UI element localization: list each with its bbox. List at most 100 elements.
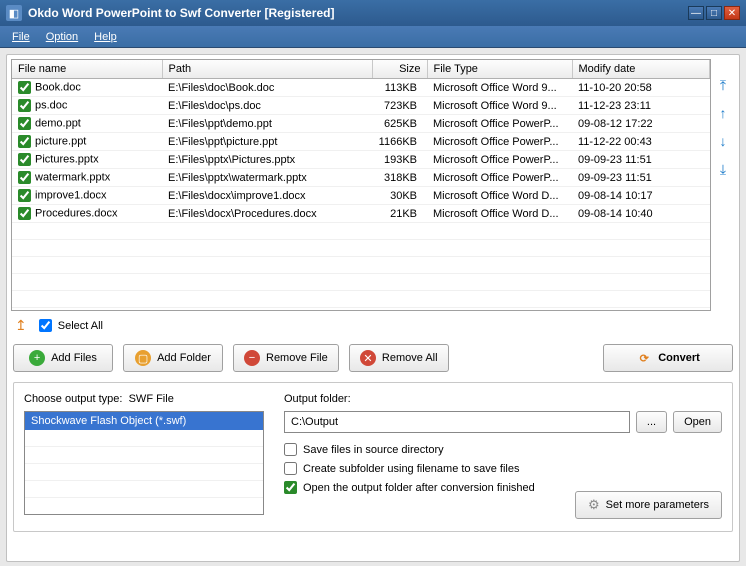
cell-path: E:\Files\docx\improve1.docx: [162, 187, 372, 205]
x-icon: ✕: [360, 350, 376, 366]
plus-icon: +: [29, 350, 45, 366]
select-all-checkbox[interactable]: [39, 319, 52, 332]
browse-button[interactable]: ...: [636, 411, 667, 433]
open-folder-button[interactable]: Open: [673, 411, 722, 433]
cell-name: picture.ppt: [12, 133, 162, 151]
minimize-button[interactable]: —: [688, 6, 704, 20]
cell-name: improve1.docx: [12, 187, 162, 205]
create-subfolder-label: Create subfolder using filename to save …: [303, 463, 519, 475]
move-top-icon[interactable]: ⤒: [715, 77, 731, 93]
add-files-label: Add Files: [51, 352, 97, 364]
remove-file-button[interactable]: − Remove File: [233, 344, 339, 372]
menu-help[interactable]: Help: [86, 29, 125, 45]
reorder-controls: ⤒ ↑ ↓ ⤓: [711, 59, 735, 311]
format-listbox[interactable]: Shockwave Flash Object (*.swf): [24, 411, 264, 515]
table-row[interactable]: Book.docE:\Files\doc\Book.doc113KBMicros…: [12, 79, 710, 97]
cell-type: Microsoft Office Word D...: [427, 187, 572, 205]
table-row[interactable]: watermark.pptxE:\Files\pptx\watermark.pp…: [12, 169, 710, 187]
cell-name: Procedures.docx: [12, 205, 162, 223]
cell-type: Microsoft Office Word 9...: [427, 97, 572, 115]
move-up-icon[interactable]: ↑: [715, 105, 731, 121]
cell-size: 21KB: [372, 205, 427, 223]
output-folder-input[interactable]: [284, 411, 630, 433]
cell-path: E:\Files\pptx\watermark.pptx: [162, 169, 372, 187]
app-icon: ◧: [6, 5, 22, 21]
create-subfolder-option[interactable]: Create subfolder using filename to save …: [284, 462, 722, 475]
gear-icon: ⚙: [588, 497, 600, 513]
cell-date: 11-12-22 00:43: [572, 133, 710, 151]
menu-bar: File Option Help: [0, 26, 746, 48]
cell-date: 09-08-14 10:17: [572, 187, 710, 205]
cell-date: 09-09-23 11:51: [572, 169, 710, 187]
create-subfolder-checkbox[interactable]: [284, 462, 297, 475]
cell-name: Pictures.pptx: [12, 151, 162, 169]
output-folder-label: Output folder:: [284, 393, 722, 405]
open-after-checkbox[interactable]: [284, 481, 297, 494]
save-source-option[interactable]: Save files in source directory: [284, 443, 722, 456]
cell-size: 625KB: [372, 115, 427, 133]
col-date[interactable]: Modify date: [572, 60, 710, 79]
title-bar: ◧ Okdo Word PowerPoint to Swf Converter …: [0, 0, 746, 26]
table-row[interactable]: improve1.docxE:\Files\docx\improve1.docx…: [12, 187, 710, 205]
more-parameters-button[interactable]: ⚙ Set more parameters: [575, 491, 722, 519]
select-all-row: ↥ Select All: [11, 311, 735, 344]
cell-name: Book.doc: [12, 79, 162, 97]
column-headers: File name Path Size File Type Modify dat…: [12, 60, 710, 79]
cell-date: 09-08-14 10:40: [572, 205, 710, 223]
content-area: File name Path Size File Type Modify dat…: [6, 54, 740, 562]
row-checkbox[interactable]: [18, 135, 31, 148]
cell-path: E:\Files\ppt\demo.ppt: [162, 115, 372, 133]
move-bottom-icon[interactable]: ⤓: [715, 161, 731, 177]
cell-date: 09-09-23 11:51: [572, 151, 710, 169]
move-down-icon[interactable]: ↓: [715, 133, 731, 149]
col-size[interactable]: Size: [372, 60, 427, 79]
cell-type: Microsoft Office PowerP...: [427, 169, 572, 187]
output-type-section: Choose output type: SWF File Shockwave F…: [24, 393, 264, 521]
save-source-checkbox[interactable]: [284, 443, 297, 456]
col-type[interactable]: File Type: [427, 60, 572, 79]
menu-option[interactable]: Option: [38, 29, 86, 45]
table-row[interactable]: Procedures.docxE:\Files\docx\Procedures.…: [12, 205, 710, 223]
convert-icon: ⟳: [636, 350, 652, 366]
cell-name: watermark.pptx: [12, 169, 162, 187]
cell-name: ps.doc: [12, 97, 162, 115]
add-folder-label: Add Folder: [157, 352, 211, 364]
table-row[interactable]: demo.pptE:\Files\ppt\demo.ppt625KBMicros…: [12, 115, 710, 133]
folder-icon: ▢: [135, 350, 151, 366]
remove-all-label: Remove All: [382, 352, 438, 364]
cell-size: 30KB: [372, 187, 427, 205]
menu-file[interactable]: File: [4, 29, 38, 45]
cell-size: 113KB: [372, 79, 427, 97]
row-checkbox[interactable]: [18, 99, 31, 112]
row-checkbox[interactable]: [18, 81, 31, 94]
cell-type: Microsoft Office PowerP...: [427, 133, 572, 151]
row-checkbox[interactable]: [18, 207, 31, 220]
cell-type: Microsoft Office PowerP...: [427, 115, 572, 133]
up-folder-icon[interactable]: ↥: [15, 317, 27, 334]
row-checkbox[interactable]: [18, 189, 31, 202]
cell-path: E:\Files\pptx\Pictures.pptx: [162, 151, 372, 169]
col-path[interactable]: Path: [162, 60, 372, 79]
cell-date: 11-12-23 23:11: [572, 97, 710, 115]
close-button[interactable]: ✕: [724, 6, 740, 20]
col-name[interactable]: File name: [12, 60, 162, 79]
maximize-button[interactable]: □: [706, 6, 722, 20]
cell-path: E:\Files\doc\ps.doc: [162, 97, 372, 115]
row-checkbox[interactable]: [18, 171, 31, 184]
convert-button[interactable]: ⟳ Convert: [603, 344, 733, 372]
remove-all-button[interactable]: ✕ Remove All: [349, 344, 449, 372]
output-folder-section: Output folder: ... Open Save files in so…: [284, 393, 722, 521]
cell-path: E:\Files\doc\Book.doc: [162, 79, 372, 97]
table-row[interactable]: ps.docE:\Files\doc\ps.doc723KBMicrosoft …: [12, 97, 710, 115]
row-checkbox[interactable]: [18, 153, 31, 166]
row-checkbox[interactable]: [18, 117, 31, 130]
cell-name: demo.ppt: [12, 115, 162, 133]
add-folder-button[interactable]: ▢ Add Folder: [123, 344, 223, 372]
cell-date: 11-10-20 20:58: [572, 79, 710, 97]
file-list[interactable]: File name Path Size File Type Modify dat…: [11, 59, 711, 311]
table-row[interactable]: Pictures.pptxE:\Files\pptx\Pictures.pptx…: [12, 151, 710, 169]
output-panel: Choose output type: SWF File Shockwave F…: [13, 382, 733, 532]
table-row[interactable]: picture.pptE:\Files\ppt\picture.ppt1166K…: [12, 133, 710, 151]
add-files-button[interactable]: + Add Files: [13, 344, 113, 372]
format-item-swf[interactable]: Shockwave Flash Object (*.swf): [25, 412, 263, 430]
